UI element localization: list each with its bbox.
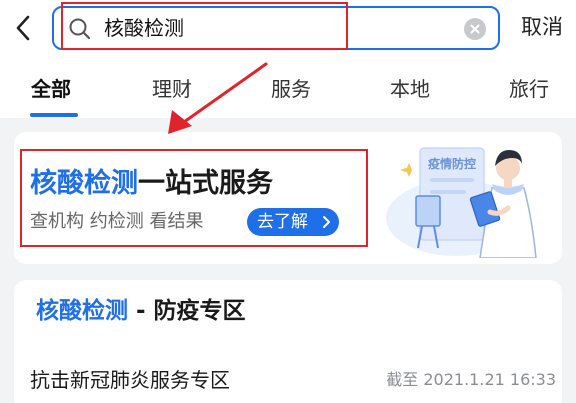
- doctor-illustration: 疫情防控: [386, 147, 537, 258]
- tab-local[interactable]: 本地: [390, 74, 430, 104]
- tab-finance[interactable]: 理财: [152, 74, 192, 104]
- section-title-rest: - 防疫专区: [128, 298, 246, 324]
- chevron-left-icon: [16, 15, 30, 41]
- tab-services[interactable]: 服务: [271, 74, 311, 104]
- banner-title-highlight: 核酸检测: [30, 168, 138, 199]
- learn-more-label: 去了解: [257, 212, 308, 232]
- chevron-right-icon: [323, 216, 330, 228]
- tab-travel[interactable]: 旅行: [509, 74, 549, 104]
- learn-more-button[interactable]: 去了解: [247, 208, 339, 236]
- top-bar: 取消 全部 理财 服务 本地 旅行: [0, 0, 576, 118]
- search-input[interactable]: [104, 16, 444, 42]
- section-title-highlight: 核酸检测: [36, 298, 128, 324]
- active-tab-indicator: [30, 113, 78, 117]
- list-item-deadline: 截至 2021.1.21 16:33: [386, 370, 556, 389]
- section-title: 核酸检测 - 防疫专区: [36, 294, 246, 328]
- banner-title-rest: 一站式服务: [138, 168, 273, 199]
- banner-title: 核酸检测一站式服务: [30, 166, 273, 202]
- search-icon: [69, 18, 91, 40]
- category-tabs: 全部 理财 服务 本地 旅行: [0, 72, 576, 118]
- clear-icon: [470, 24, 480, 34]
- cancel-button[interactable]: 取消: [521, 12, 563, 42]
- list-item-label: 抗击新冠肺炎服务专区: [30, 368, 230, 392]
- clear-search-button[interactable]: [464, 18, 486, 40]
- illustration-sign-text: 疫情防控: [428, 156, 476, 171]
- tab-all[interactable]: 全部: [31, 74, 71, 104]
- search-box[interactable]: [52, 6, 500, 50]
- banner-subtitle: 查机构 约检测 看结果: [30, 211, 204, 232]
- back-button[interactable]: [10, 8, 36, 48]
- list-item[interactable]: 抗击新冠肺炎服务专区 截至 2021.1.21 16:33: [14, 350, 562, 403]
